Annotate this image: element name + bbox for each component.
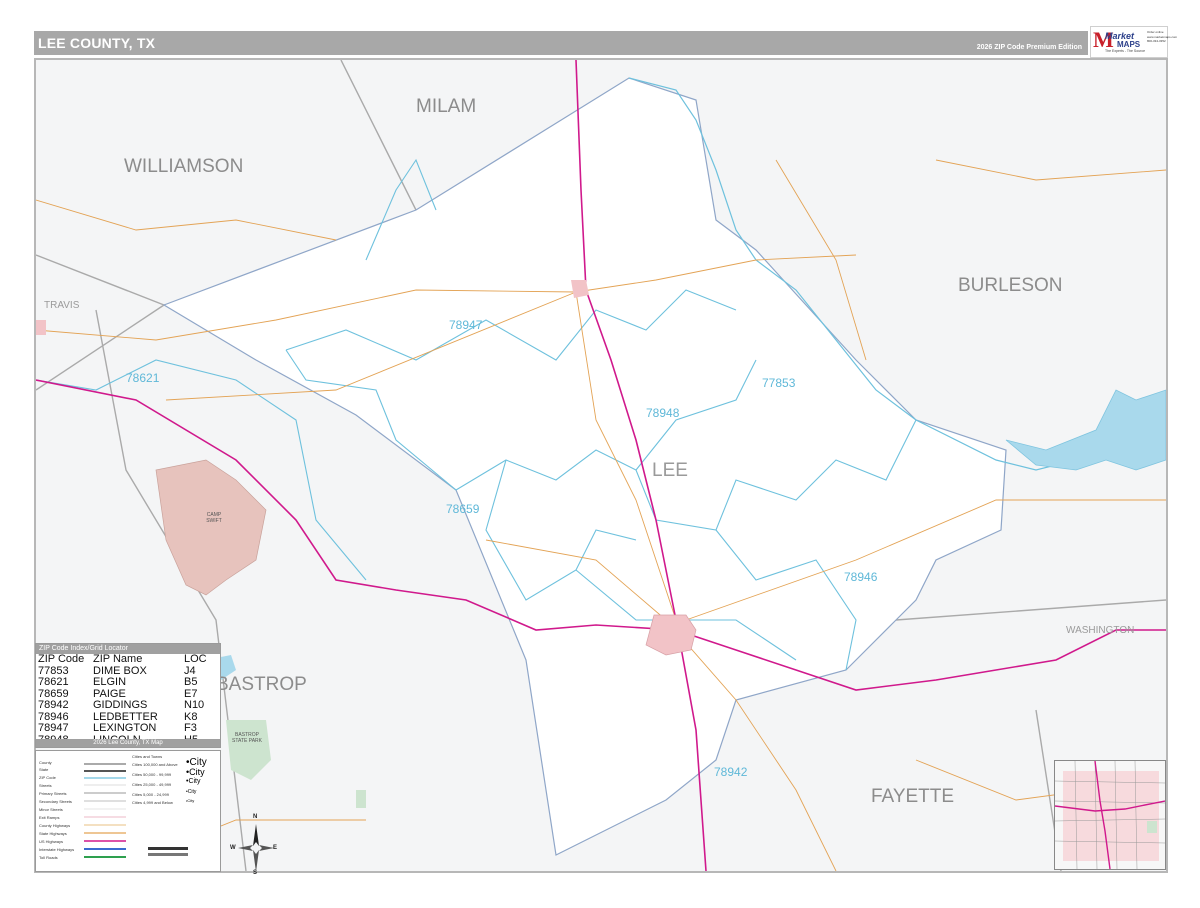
- zip-index-col-loc: LOC: [184, 653, 207, 665]
- county-label-milam: MILAM: [416, 96, 477, 117]
- road-burleson: [935, 159, 1166, 181]
- zip-index-box: ZIP Code Index/Grid Locator ZIP Code ZIP…: [35, 643, 221, 748]
- table-row: 78621 ELGIN B5: [38, 676, 207, 689]
- zip-label-78946: 78946: [844, 570, 878, 584]
- zip-name-cell: LEXINGTON: [93, 722, 157, 734]
- legend-city-key-4: Cities 5,000 - 24,999: [132, 792, 169, 797]
- county-label-burleson: BURLESON: [958, 275, 1063, 296]
- zip-index-col-name: ZIP Name: [93, 653, 143, 665]
- zip-label-78942: 78942: [714, 765, 748, 779]
- zip-label-78948: 78948: [646, 406, 680, 420]
- legend-city-key-1: Cities 100,000 and Above: [132, 762, 178, 767]
- zip-label-78947: 78947: [449, 318, 483, 332]
- compass-s: S: [253, 870, 258, 876]
- legend-toll-roads: Toll Roads: [39, 855, 58, 860]
- loc-cell: F3: [184, 722, 197, 734]
- logo-brand-maps: MAPS: [1117, 40, 1141, 49]
- legend-minor-streets: Minor Streets: [39, 807, 63, 812]
- legend-city-key-5: Cities 4,999 and Below: [132, 800, 173, 805]
- zip-name-cell: GIDDINGS: [93, 699, 148, 711]
- legend-primary-streets: Primary Streets: [39, 791, 67, 796]
- zip-cell: 78947: [38, 722, 69, 734]
- bastrop-state-park-area: [226, 720, 271, 780]
- zip-index-header-row: ZIP Code ZIP Name LOC: [38, 653, 207, 666]
- county-label-williamson: WILLIAMSON: [124, 156, 244, 177]
- map-legend: County State ZIP Code Streets Primary St…: [35, 750, 221, 872]
- zip-cell: 78942: [38, 699, 69, 711]
- market-maps-logo[interactable]: M Market MAPS The Experts - The Source O…: [1090, 26, 1178, 58]
- park-small: [356, 790, 366, 808]
- zip-index-table: ZIP Code ZIP Name LOC 77853 DIME BOX J4 …: [38, 653, 207, 746]
- edition-label: 2026 ZIP Code Premium Edition: [976, 44, 1082, 51]
- logo-tagline: The Experts - The Source: [1105, 49, 1146, 53]
- legend-city-sample-2: •City: [186, 767, 205, 777]
- legend-zip-code: ZIP Code: [39, 775, 56, 780]
- legend-exit-ramps: Exit Ramps: [39, 815, 60, 820]
- county-label-bastrop: BASTROP: [216, 674, 307, 695]
- road-williamson: [36, 199, 337, 241]
- zip-index-col-zip: ZIP Code: [38, 653, 85, 665]
- legend-city-key-2: Cities 50,000 - 99,999: [132, 772, 172, 777]
- county-label-travis: TRAVIS: [44, 300, 80, 311]
- legend-interstate-highways: Interstate Highways: [39, 847, 75, 852]
- zip-label-78621: 78621: [126, 371, 160, 385]
- lexington-city-area: [571, 280, 589, 298]
- loc-cell: B5: [184, 676, 198, 688]
- legend-county-highways: County Highways: [39, 823, 71, 828]
- map-title: LEE COUNTY, TX: [38, 35, 156, 51]
- zip-index-footer: 2026 Lee County, TX Map: [36, 739, 220, 747]
- compass-rose-icon: [238, 824, 274, 872]
- zip-label-77853: 77853: [762, 376, 796, 390]
- table-row: 78942 GIDDINGS N10: [38, 699, 207, 712]
- somerville-lake: [1005, 389, 1166, 471]
- zip-name-cell: ELGIN: [93, 676, 127, 688]
- legend-state: State: [39, 767, 49, 772]
- compass-e: E: [273, 845, 278, 851]
- county-label-fayette: FAYETTE: [871, 786, 955, 807]
- giddings-inset-map[interactable]: [1054, 760, 1166, 870]
- legend-city-sample-3: •City: [186, 778, 201, 785]
- legend-streets: Streets: [39, 783, 52, 788]
- compass-w: W: [230, 845, 236, 851]
- legend-county: County: [39, 760, 52, 765]
- zip-label-78659: 78659: [446, 502, 480, 516]
- county-line-travis-north: [36, 254, 165, 306]
- place-label-camp-swift: CAMP SWIFT: [206, 512, 222, 524]
- legend-state-highways: State Highways: [39, 831, 67, 836]
- legend-city-header: Cities and Towns: [132, 754, 163, 759]
- camp-swift-area: [155, 459, 267, 596]
- loc-cell: N10: [184, 699, 205, 711]
- logo-side-text: Order online www.marketmaps.com 800-334-…: [1147, 30, 1178, 43]
- county-line-washington: [895, 599, 1166, 621]
- inset-graphics: [1055, 761, 1165, 869]
- legend-city-sample-4: •City: [186, 789, 197, 795]
- legend-city-sample-5: •City: [186, 798, 195, 803]
- legend-us-highways: US Highways: [39, 839, 64, 844]
- table-row: 78947 LEXINGTON F3: [38, 722, 207, 735]
- zip-cell: 78621: [38, 676, 69, 688]
- elgin-city-area: [36, 320, 46, 335]
- lee-county-area: [162, 77, 1007, 856]
- legend-city-key-3: Cities 25,000 - 49,999: [132, 782, 172, 787]
- place-label-bastrop-park: BASTROP STATE PARK: [231, 732, 262, 744]
- header-bar: LEE COUNTY, TX 2026 ZIP Code Premium Edi…: [34, 31, 1088, 55]
- county-label-washington: WASHINGTON: [1066, 625, 1135, 636]
- compass-n: N: [253, 814, 258, 820]
- legend-secondary-streets: Secondary Streets: [39, 799, 72, 804]
- county-label-lee: LEE: [652, 460, 688, 481]
- giddings-city-area: [645, 614, 697, 656]
